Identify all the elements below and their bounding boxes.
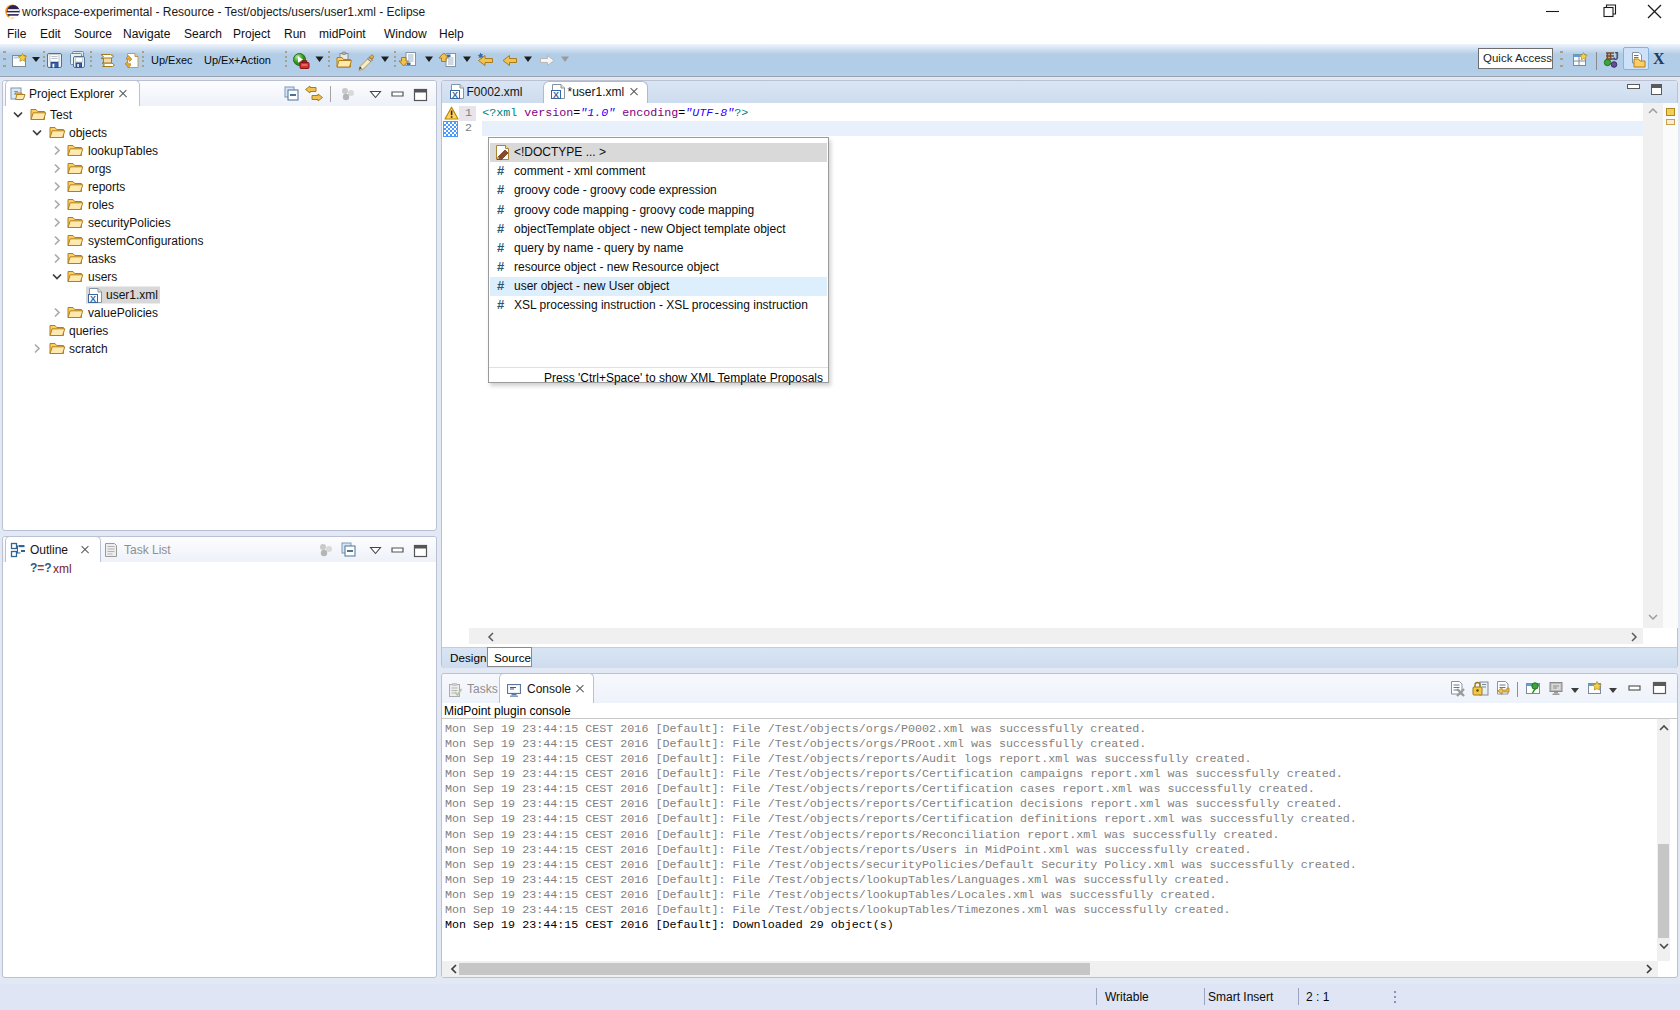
svg-text:J: J: [1613, 51, 1619, 62]
